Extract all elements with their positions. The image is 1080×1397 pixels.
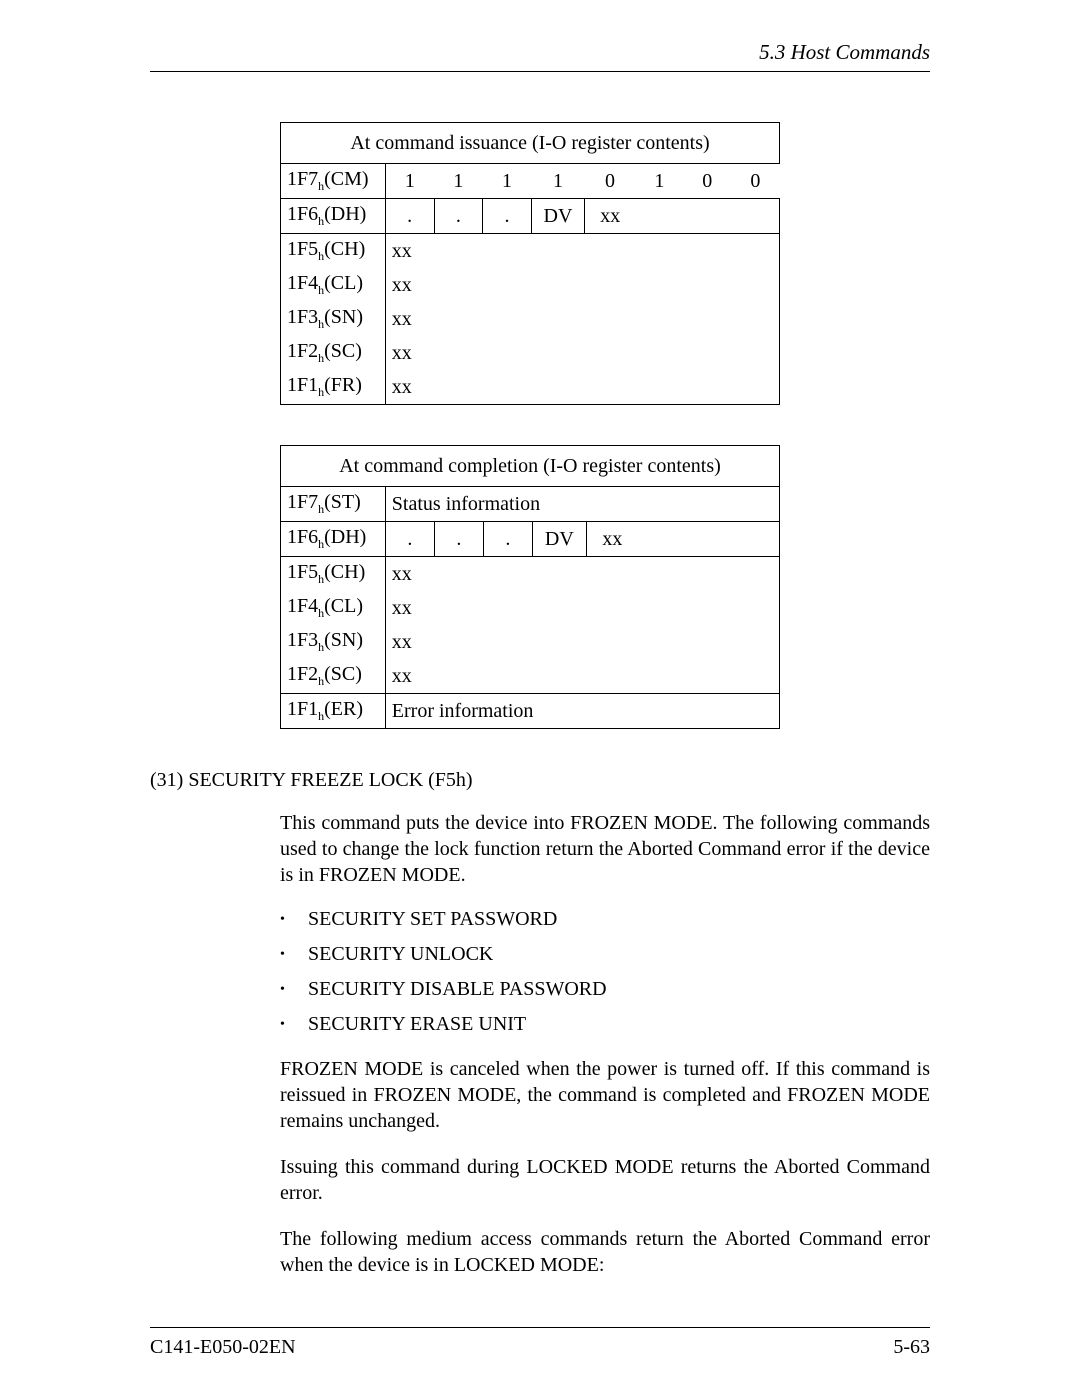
t1-r2-b7 <box>731 199 779 234</box>
t2-r5-c: xx <box>385 625 779 659</box>
bullet-list: SECURITY SET PASSWORD SECURITY UNLOCK SE… <box>280 908 930 1036</box>
t2-r2-b5 <box>638 522 685 557</box>
t1-r7-label: 1F1h(FR) <box>281 370 386 405</box>
t1-r2-b6 <box>683 199 731 234</box>
t1-r2-label: 1F6h(DH) <box>281 199 386 234</box>
t1-r1-b5: 1 <box>635 164 683 199</box>
t2-r2-label: 1F6h(DH) <box>281 522 386 557</box>
para-3: Issuing this command during LOCKED MODE … <box>280 1154 930 1206</box>
bullet-3: SECURITY DISABLE PASSWORD <box>280 978 930 1001</box>
t1-r4-c: xx <box>385 268 779 302</box>
t2-r6-label: 1F2h(SC) <box>281 659 386 694</box>
t1-r1-b2: 1 <box>483 164 532 199</box>
completion-table: At command completion (I-O register cont… <box>280 445 780 729</box>
t2-r4-c: xx <box>385 591 779 625</box>
t2-r1-c: Status information <box>385 487 779 522</box>
footer-right: 5-63 <box>893 1336 930 1359</box>
t1-r1-b1: 1 <box>434 164 483 199</box>
para-2: FROZEN MODE is canceled when the power i… <box>280 1056 930 1134</box>
t2-r1-label: 1F7h(ST) <box>281 487 386 522</box>
t2-r3-label: 1F5h(CH) <box>281 557 386 592</box>
completion-title: At command completion (I-O register cont… <box>281 446 780 487</box>
t2-r2-b2: . <box>483 522 532 557</box>
t1-r5-c: xx <box>385 302 779 336</box>
t1-r2-b5 <box>635 199 683 234</box>
t2-r5-label: 1F3h(SN) <box>281 625 386 659</box>
bullet-1: SECURITY SET PASSWORD <box>280 908 930 931</box>
t2-r2-b1: . <box>434 522 483 557</box>
t1-r1-label: 1F7h(CM) <box>281 164 386 199</box>
section-heading: (31) SECURITY FREEZE LOCK (F5h) <box>150 769 930 792</box>
t1-r1-b7: 0 <box>731 164 779 199</box>
t1-r1-b0: 1 <box>385 164 434 199</box>
t1-r2-b3: DV <box>531 199 584 234</box>
t2-r4-label: 1F4h(CL) <box>281 591 386 625</box>
page-header: 5.3 Host Commands <box>150 40 930 72</box>
t1-r2-b0: . <box>385 199 434 234</box>
t2-r3-c: xx <box>385 557 779 592</box>
t1-r2-b1: . <box>434 199 483 234</box>
footer-left: C141-E050-02EN <box>150 1336 296 1359</box>
t1-r6-label: 1F2h(SC) <box>281 336 386 370</box>
t1-r2-b2: . <box>483 199 532 234</box>
t2-r7-c: Error information <box>385 694 779 729</box>
t2-r2-b7 <box>732 522 780 557</box>
t2-r6-c: xx <box>385 659 779 694</box>
t1-r7-c: xx <box>385 370 779 405</box>
issuance-title: At command issuance (I-O register conten… <box>281 123 780 164</box>
t2-r7-label: 1F1h(ER) <box>281 694 386 729</box>
t1-r6-c: xx <box>385 336 779 370</box>
t2-r2-b6 <box>685 522 732 557</box>
bullet-4: SECURITY ERASE UNIT <box>280 1013 930 1036</box>
header-section: 5.3 Host Commands <box>759 40 930 64</box>
t1-r5-label: 1F3h(SN) <box>281 302 386 336</box>
t2-r2-b0: . <box>385 522 434 557</box>
t1-r1-b3: 1 <box>531 164 584 199</box>
para-1: This command puts the device into FROZEN… <box>280 810 930 888</box>
t1-r2-b4: xx <box>585 199 636 234</box>
bullet-2: SECURITY UNLOCK <box>280 943 930 966</box>
t2-r2-b4: xx <box>586 522 638 557</box>
t1-r1-b6: 0 <box>683 164 731 199</box>
issuance-table: At command issuance (I-O register conten… <box>280 122 780 405</box>
t2-r2-b3: DV <box>532 522 586 557</box>
para-4: The following medium access commands ret… <box>280 1226 930 1278</box>
page: 5.3 Host Commands At command issuance (I… <box>0 0 1080 1397</box>
t1-r3-c: xx <box>385 234 779 269</box>
t1-r3-label: 1F5h(CH) <box>281 234 386 269</box>
t1-r4-label: 1F4h(CL) <box>281 268 386 302</box>
page-footer: C141-E050-02EN 5-63 <box>150 1327 930 1359</box>
t1-r1-b4: 0 <box>585 164 636 199</box>
